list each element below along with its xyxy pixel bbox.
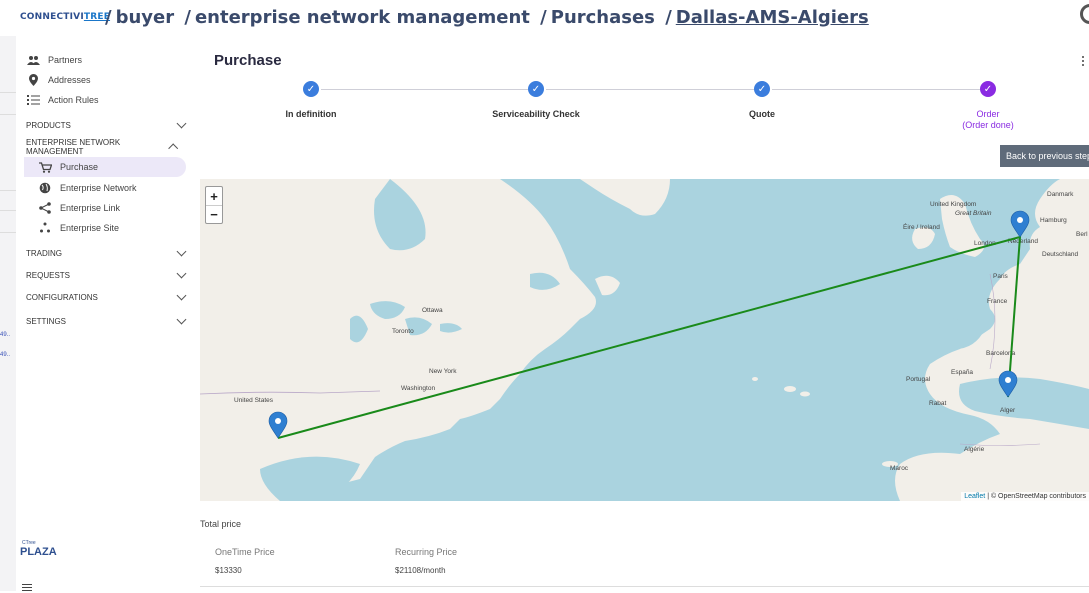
sidebar-section-requests[interactable]: REQUESTS [26, 266, 191, 284]
sidebar-section-products[interactable]: PRODUCTS [26, 116, 191, 134]
people-icon [26, 54, 40, 66]
dots-icon [38, 222, 52, 234]
section-label: PRODUCTS [26, 120, 71, 130]
sidebar-item-purchase[interactable]: Purchase [24, 157, 186, 177]
route-map[interactable]: Ottawa Toronto New York Washington Unite… [200, 179, 1089, 501]
sidebar-item-label: Purchase [60, 162, 99, 172]
step-label-serviceability: Serviceability Check [492, 109, 580, 119]
section-label: CONFIGURATIONS [26, 292, 98, 302]
sidebar-section-settings[interactable]: SETTINGS [26, 312, 191, 330]
top-bar: CONNECTIVITREE / buyer / enterprise networ… [0, 0, 1089, 36]
sidebar-section-trading[interactable]: TRADING [26, 244, 191, 262]
user-avatar-icon[interactable] [1080, 4, 1089, 24]
background-window-strip: 49.. 49.. [0, 36, 16, 591]
onetime-price-label: OneTime Price [215, 547, 275, 557]
ctree-plaza-logo[interactable]: CTree PLAZA [20, 540, 57, 558]
strip-text: 49.. [0, 352, 11, 358]
list-icon [26, 94, 40, 106]
sidebar-item-enterprise-network[interactable]: Enterprise Network [24, 178, 186, 198]
sidebar-item-enterprise-site[interactable]: Enterprise Site [24, 218, 186, 238]
section-label: REQUESTS [26, 270, 71, 280]
page-title: Purchase [214, 52, 282, 69]
step-label-order: Order (Order done) [962, 109, 1014, 130]
breadcrumb: / buyer / enterprise network management / P… [105, 7, 869, 28]
leaflet-link[interactable]: Leaflet [964, 493, 985, 500]
zoom-control: + − [205, 186, 223, 224]
stepper-connector [772, 89, 980, 90]
sidebar-item-label: Partners [48, 55, 83, 65]
breadcrumb-enm[interactable]: enterprise network management [195, 7, 530, 28]
step-label-in-definition: In definition [285, 109, 337, 119]
step-check-icon: ✓ [528, 81, 544, 97]
sidebar-item-enterprise-link[interactable]: Enterprise Link [24, 198, 186, 218]
step-check-icon: ✓ [980, 81, 996, 97]
globe-icon [38, 182, 52, 194]
section-label: SETTINGS [26, 316, 67, 326]
chevron-down-icon [176, 314, 187, 324]
chevron-down-icon [176, 246, 187, 256]
sidebar: Partners Addresses Action Rules PRODUCTS… [16, 36, 196, 591]
marker-algiers-icon [998, 370, 1018, 398]
attribution-text: | © OpenStreetMap contributors [985, 493, 1086, 500]
share-icon [38, 202, 52, 214]
sidebar-section-enm[interactable]: ENTERPRISE NETWORK MANAGEMENT [26, 138, 191, 156]
menu-icon[interactable] [22, 584, 32, 593]
step-label-quote: Quote [749, 109, 775, 119]
strip-text: 49.. [0, 332, 11, 338]
breadcrumb-buyer[interactable]: buyer [116, 7, 175, 28]
recurring-price-value: $21108/month [395, 566, 446, 575]
stepper-connector [321, 89, 528, 90]
marker-dallas-icon [268, 411, 288, 439]
divider [200, 586, 1089, 587]
sidebar-item-addresses[interactable]: Addresses [26, 71, 91, 89]
sidebar-item-label: Enterprise Site [60, 223, 120, 233]
recurring-price-label: Recurring Price [395, 547, 458, 557]
route-line [277, 235, 1022, 439]
connectivitree-logo[interactable]: CONNECTIVITREE [20, 12, 110, 22]
section-label: ENTERPRISE NETWORK MANAGEMENT [26, 138, 121, 156]
sidebar-item-label: Enterprise Link [60, 203, 121, 213]
chevron-down-icon [176, 118, 187, 128]
sidebar-item-action-rules[interactable]: Action Rules [26, 91, 99, 109]
zoom-in-button[interactable]: + [206, 187, 222, 205]
section-label: TRADING [26, 248, 62, 258]
onetime-price-value: $13330 [215, 566, 242, 575]
more-options-icon[interactable] [1082, 56, 1085, 68]
marker-amsterdam-icon [1010, 210, 1030, 238]
chevron-down-icon [176, 290, 187, 300]
sidebar-item-label: Enterprise Network [60, 183, 137, 193]
sidebar-section-configurations[interactable]: CONFIGURATIONS [26, 288, 191, 306]
route-overlay [268, 210, 1030, 439]
sidebar-item-label: Action Rules [48, 95, 99, 105]
sidebar-item-partners[interactable]: Partners [26, 51, 82, 69]
location-pin-icon [26, 74, 40, 86]
total-price-heading: Total price [200, 519, 242, 529]
main-content: Purchase ✓ ✓ ✓ ✓ In definition Serviceab… [196, 36, 1089, 591]
step-check-icon: ✓ [303, 81, 319, 97]
zoom-out-button[interactable]: − [206, 205, 222, 223]
sidebar-item-label: Addresses [48, 75, 91, 85]
stepper-connector [546, 89, 754, 90]
map-attribution: Leaflet | © OpenStreetMap contributors [961, 492, 1089, 501]
breadcrumb-purchases[interactable]: Purchases [551, 7, 655, 28]
back-to-previous-step-button[interactable]: Back to previous step [1000, 145, 1089, 167]
breadcrumb-current[interactable]: Dallas-AMS-Algiers [676, 7, 869, 28]
cart-icon [38, 161, 52, 173]
step-check-icon: ✓ [754, 81, 770, 97]
chevron-down-icon [176, 268, 187, 278]
